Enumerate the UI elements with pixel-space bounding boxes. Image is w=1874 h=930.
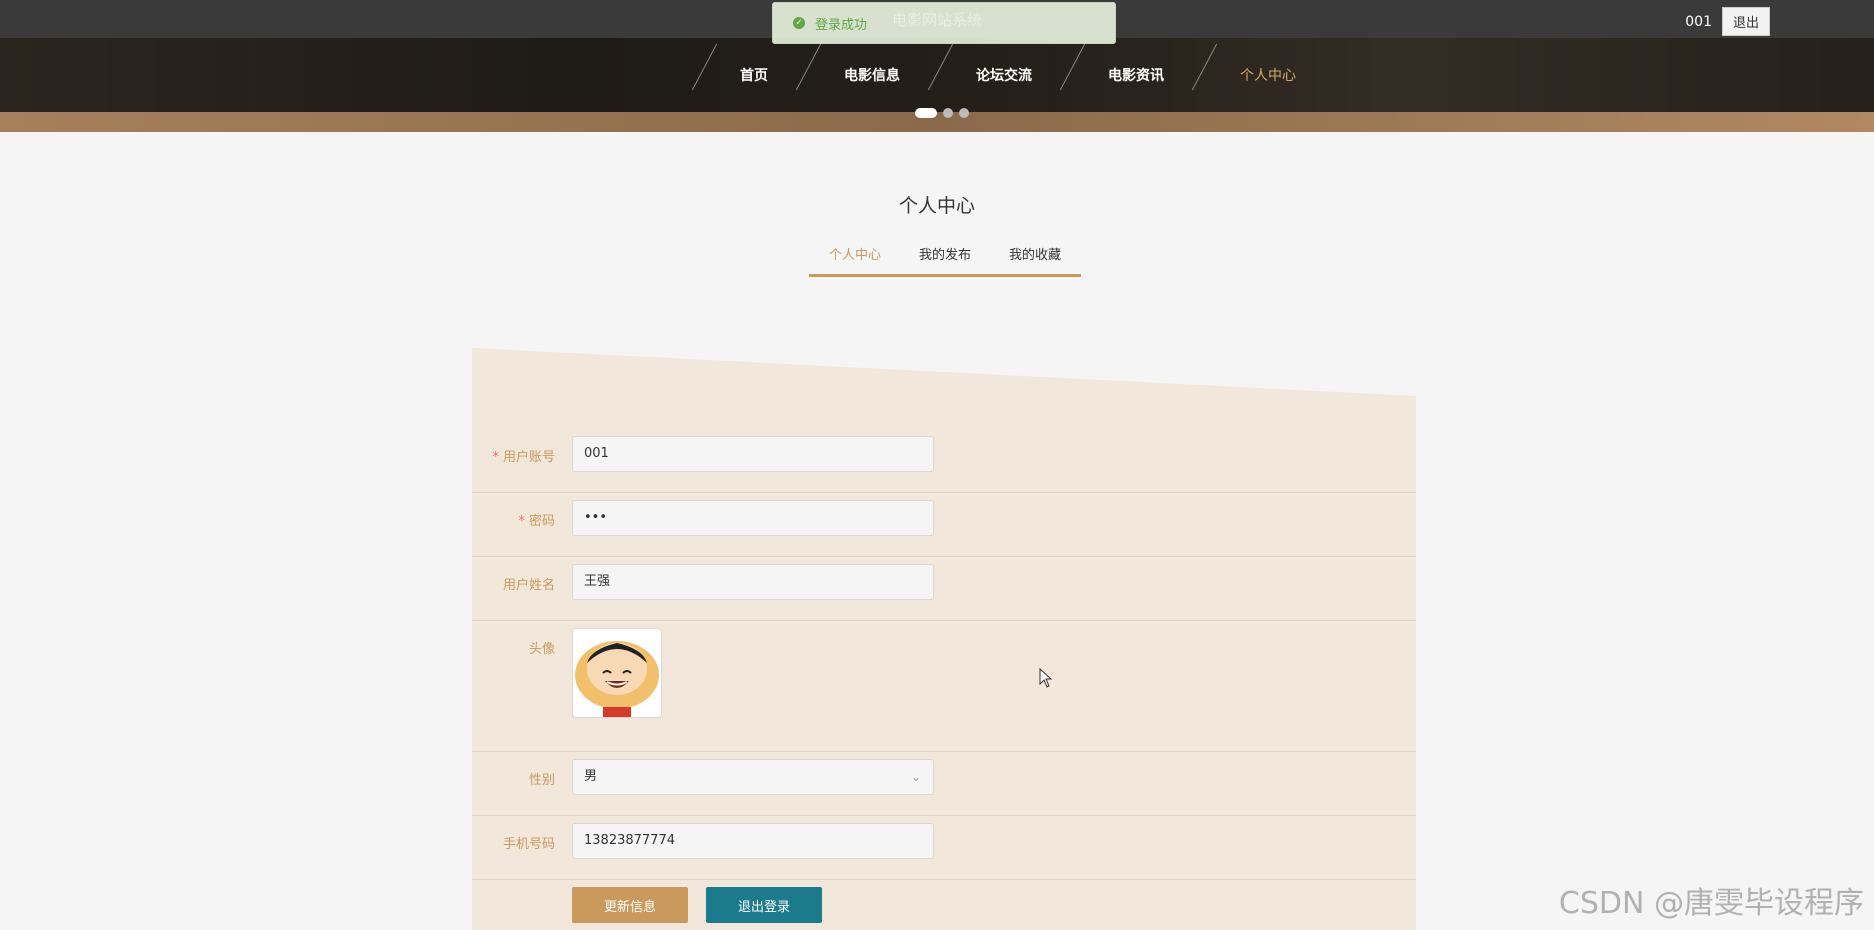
carousel-dot[interactable] — [959, 108, 969, 118]
account-input[interactable]: 001 — [572, 436, 934, 472]
phone-input[interactable]: 13823877774 — [572, 823, 934, 859]
gender-value: 男 — [584, 769, 598, 784]
tab-my-posts[interactable]: 我的发布 — [900, 244, 990, 274]
form-row-name: 用户姓名 王强 — [472, 556, 1416, 621]
main-nav: 首页 电影信息 论坛交流 电影资讯 个人中心 — [690, 38, 1322, 112]
chevron-down-icon: ⌄ — [910, 770, 921, 784]
nav-item-profile[interactable]: 个人中心 — [1190, 65, 1322, 85]
name-label: 用户姓名 — [502, 578, 555, 593]
toast-message: 登录成功 — [815, 17, 868, 33]
nav-item-movies[interactable]: 电影信息 — [794, 65, 926, 85]
watermark: CSDN @唐雯毕设程序 — [1558, 886, 1864, 921]
gender-select[interactable]: 男 ⌄ — [572, 759, 934, 795]
check-circle-icon: ✓ — [793, 17, 805, 29]
carousel-dots — [915, 108, 969, 118]
profile-tabs: 个人中心 我的发布 我的收藏 — [809, 244, 1081, 277]
phone-label: 手机号码 — [502, 837, 555, 852]
password-input[interactable]: ••• — [572, 500, 934, 536]
page-title: 个人中心 — [898, 195, 975, 217]
account-label: * 用户账号 — [492, 450, 555, 465]
update-info-button[interactable]: 更新信息 — [572, 887, 688, 923]
success-toast: ✓ 登录成功 — [772, 2, 1116, 44]
mouse-cursor-icon — [1039, 668, 1053, 688]
carousel-dot[interactable] — [915, 108, 937, 118]
avatar — [575, 641, 659, 717]
nav-item-forum[interactable]: 论坛交流 — [926, 65, 1058, 85]
username: 001 — [1685, 13, 1712, 30]
tab-profile[interactable]: 个人中心 — [810, 244, 900, 274]
tab-my-favorites[interactable]: 我的收藏 — [990, 244, 1080, 274]
nav-item-news[interactable]: 电影资讯 — [1058, 65, 1190, 85]
user-area: 001 退出 — [1685, 7, 1770, 36]
form-row-account: * 用户账号 001 — [472, 428, 1416, 493]
carousel-dot[interactable] — [943, 108, 953, 118]
form-row-actions: 更新信息 退出登录 — [472, 879, 1416, 930]
form-row-gender: 性别 男 ⌄ — [472, 751, 1416, 816]
password-label: * 密码 — [518, 514, 555, 529]
name-input[interactable]: 王强 — [572, 564, 934, 600]
avatar-upload[interactable] — [572, 628, 662, 718]
form-row-avatar: 头像 — [472, 620, 1416, 752]
logout-button[interactable]: 退出 — [1721, 7, 1770, 36]
form-row-phone: 手机号码 13823877774 — [472, 815, 1416, 880]
gender-label: 性别 — [528, 773, 555, 788]
logout-account-button[interactable]: 退出登录 — [706, 887, 822, 923]
form-row-password: * 密码 ••• — [472, 492, 1416, 557]
avatar-label: 头像 — [528, 642, 555, 657]
nav-item-home[interactable]: 首页 — [690, 65, 794, 85]
